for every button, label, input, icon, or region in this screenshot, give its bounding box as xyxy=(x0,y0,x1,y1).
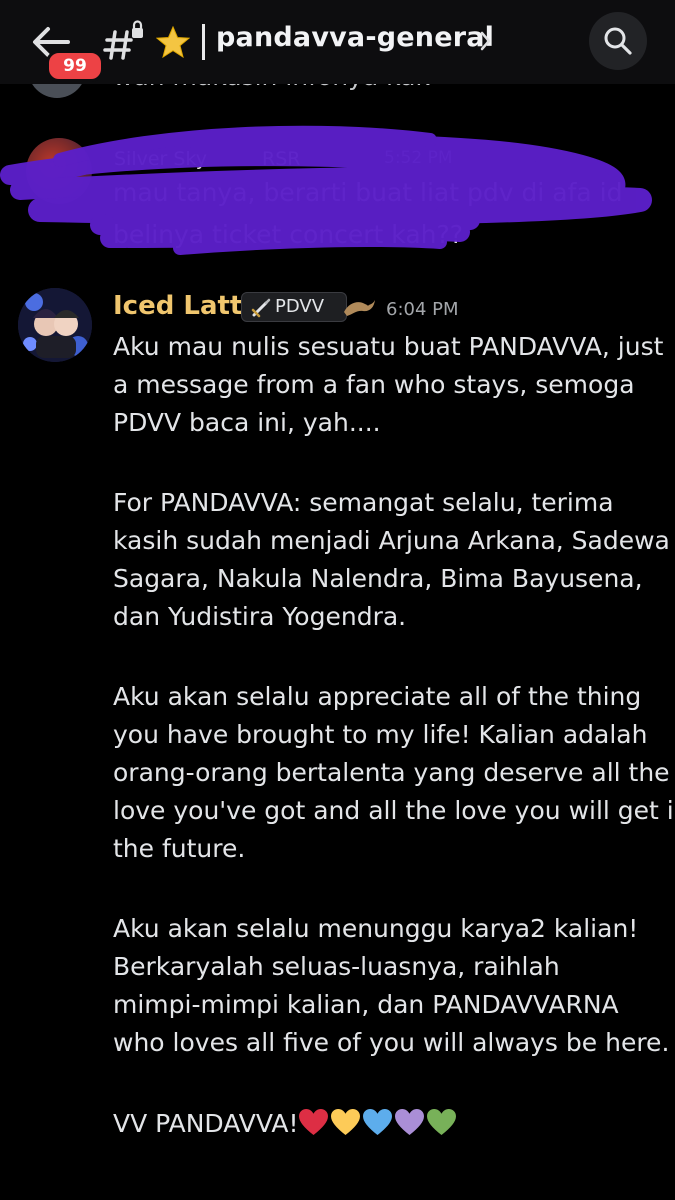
message-line: love you've got and all the love you wil… xyxy=(113,796,675,825)
message-line: For PANDAVVA: semangat selalu, terima xyxy=(113,488,614,517)
heart-emoji-icon xyxy=(363,1108,393,1136)
message-line: dan Yudistira Yogendra. xyxy=(113,602,407,631)
search-icon xyxy=(604,27,632,55)
message-line: Berkaryalah seluas-luasnya, raihlah xyxy=(113,952,560,981)
role-tag[interactable]: PDVV xyxy=(241,292,347,322)
message-line: the future. xyxy=(113,834,246,863)
heart-emoji-row xyxy=(298,1108,458,1138)
message-timestamp: 6:04 PM xyxy=(386,299,459,320)
message-line: VV PANDAVVA! xyxy=(113,1109,299,1138)
message-final-line: VV PANDAVVA! xyxy=(113,1108,458,1138)
channel-name[interactable]: pandavva-general xyxy=(216,22,494,53)
heart-emoji-icon xyxy=(395,1108,425,1136)
star-icon xyxy=(156,26,190,58)
search-button[interactable] xyxy=(589,12,647,70)
redacted-message: Silver Sky RSR 5:52 PM mau tanya, berart… xyxy=(0,120,675,270)
dragon-role-icon xyxy=(344,300,375,316)
message-line: Sagara, Nakula Nalendra, Bima Bayusena, xyxy=(113,564,643,593)
unread-badge: 99 xyxy=(46,50,104,82)
chevron-right-icon[interactable] xyxy=(478,28,494,54)
avatar-image xyxy=(18,288,92,362)
message-line: PDVV baca ini, yah.... xyxy=(113,408,381,437)
message-line: mimpi-mimpi kalian, dan PANDAVVARNA xyxy=(113,990,619,1019)
message-line: orang-orang bertalenta yang deserve all … xyxy=(113,758,670,787)
message-line: Aku mau nulis sesuatu buat PANDAVVA, jus… xyxy=(113,332,664,361)
heart-emoji-icon xyxy=(299,1108,329,1136)
message-line: Aku akan selalu menunggu karya2 kalian! xyxy=(113,914,639,943)
message-line: Aku akan selalu appreciate all of the th… xyxy=(113,682,642,711)
sword-icon xyxy=(251,298,271,318)
message-line: who loves all five of you will always be… xyxy=(113,1028,670,1057)
header-divider xyxy=(202,24,205,60)
avatar[interactable] xyxy=(18,288,92,362)
role-tag-label: PDVV xyxy=(275,296,325,317)
channel-hash-lock-icon xyxy=(103,20,143,60)
purple-scribble-redaction xyxy=(0,125,652,255)
channel-header: 99 pandavva-general xyxy=(0,0,675,84)
heart-emoji-icon xyxy=(427,1108,457,1136)
heart-emoji-icon xyxy=(331,1108,361,1136)
message-line: a message from a fan who stays, semoga xyxy=(113,370,635,399)
message-line: you have brought to my life! Kalian adal… xyxy=(113,720,648,749)
message-line: kasih sudah menjadi Arjuna Arkana, Sadew… xyxy=(113,526,670,555)
author-name[interactable]: Iced Latte xyxy=(113,291,260,321)
